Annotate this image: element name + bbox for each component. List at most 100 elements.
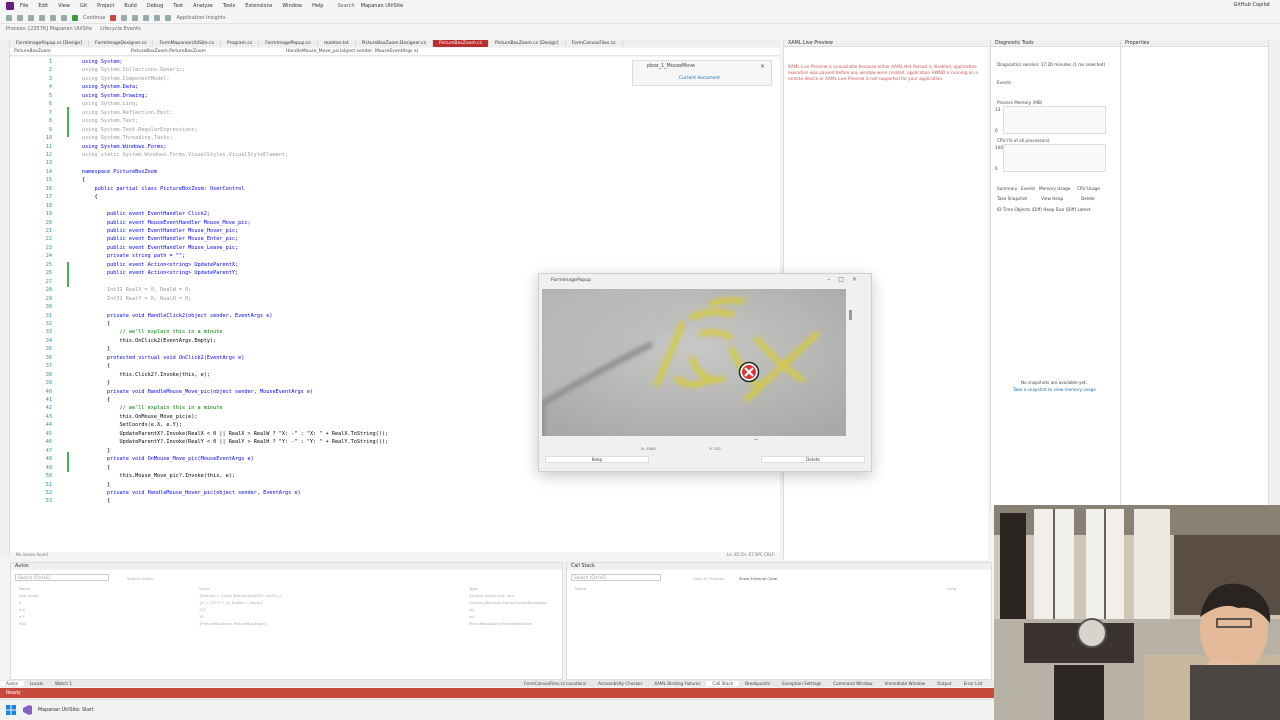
tab-locals[interactable]: Locals [24,681,49,686]
find-scope-link[interactable]: Current document [679,76,720,81]
take-snapshot-button[interactable]: Take Snapshot [997,196,1027,201]
tab-formimagedesigner[interactable]: FormImageDesigner.cs [89,40,154,47]
menu-project[interactable]: Project [97,3,114,9]
tab-formimagepopup[interactable]: FormImagePopup.cs [259,40,318,47]
tab-call-stack[interactable]: Call Stack [706,681,740,686]
step-over-icon[interactable] [143,14,150,21]
menu-analyze[interactable]: Analyze [193,3,213,9]
autos-search-input[interactable]: Search (Ctrl+E) [15,574,109,581]
code-line: public event EventHandler Click2; [82,211,211,218]
delete-button[interactable]: Delete [761,456,865,463]
diag-tab-cpu[interactable]: CPU Usage [1077,186,1100,191]
save-icon[interactable] [28,14,34,21]
take-snapshot-link[interactable]: Take a snapshot to view memory usage [1013,387,1096,392]
save-all-icon[interactable] [39,14,45,21]
continue-button[interactable]: Continue [83,15,105,21]
member-dropdown[interactable]: HandleMouse_Move_pic(object sender, Mous… [286,49,418,54]
step-into-icon[interactable] [154,14,161,21]
restart-icon[interactable] [132,14,139,21]
app-insights-button[interactable]: Application Insights [176,15,225,21]
issues-indicator[interactable]: No issues found [16,552,48,558]
diag-tab-summary[interactable]: Summary [997,186,1017,191]
project-dropdown[interactable]: PictureBoxZoom [14,49,51,54]
maximize-icon[interactable]: □ [838,276,852,283]
keep-button[interactable]: Keep [545,456,649,463]
menu-build[interactable]: Build [124,3,137,9]
tab-find-results[interactable]: FormCanvasFiles.cs Locations [518,681,592,686]
callstack-search-input[interactable]: Search (Ctrl+E) [571,574,661,581]
tab-pictureboxzoom[interactable]: PictureBoxZoom.cs [432,40,489,47]
tab-accessibility[interactable]: Accessibility Checker [592,681,648,686]
stop-icon[interactable] [110,14,117,21]
menu-test[interactable]: Test [173,3,183,9]
code-line: } [82,481,111,488]
menu-extensions[interactable]: Extensions [245,3,272,9]
visual-studio-taskbar-icon[interactable] [22,705,32,715]
search-box[interactable]: Search [337,3,354,9]
code-line: this.Click2?.Invoke(this, e); [82,371,211,378]
tab-program[interactable]: Program.cs [221,40,260,47]
taskbar-app-label[interactable]: Mapanan UtilSite: Start [38,708,94,713]
step-out-icon[interactable] [165,14,172,21]
line-number: 41 [45,397,52,403]
tab-autos[interactable]: Autos [0,681,24,686]
tab-watch1[interactable]: Watch 1 [49,681,78,686]
memory-graph[interactable] [1003,106,1106,134]
code-line: { [82,464,111,471]
lifecycle-events-button[interactable]: Lifecycle Events [100,26,140,32]
process-selector[interactable]: Process: [23576] Mapanan UtilSite [6,26,92,32]
autos-cell-value[interactable]: 11 [199,614,204,619]
copilot-button[interactable]: GitHub Copilot [1234,2,1270,8]
tab-output[interactable]: Output [931,681,958,686]
tab-command-window[interactable]: Command Window [827,681,878,686]
forward-icon[interactable] [17,14,23,21]
menu-debug[interactable]: Debug [147,3,163,9]
minimize-icon[interactable]: – [827,276,838,283]
tab-formimagepopup-design[interactable]: FormImagePopup.cs [Design] [10,40,90,47]
continue-icon[interactable] [72,14,78,21]
close-icon[interactable]: × [852,276,865,283]
line-number: 25 [45,261,52,268]
autos-cell-type: int [469,614,474,619]
view-heap-button[interactable]: View Heap [1041,196,1063,201]
tab-breakpoints[interactable]: Breakpoints [739,681,776,686]
menu-help[interactable]: Help [312,3,323,9]
cpu-graph[interactable] [1003,144,1106,172]
picture-box-zoom[interactable] [542,289,846,436]
tab-immediate[interactable]: Immediate Window [879,681,931,686]
autos-cell-value[interactable]: 137 [199,607,206,612]
autos-cell-type: int [469,607,474,612]
type-dropdown[interactable]: PictureBoxZoom.PictureBoxZoom [131,49,206,54]
undo-icon[interactable] [50,14,56,21]
back-icon[interactable] [6,14,12,21]
menu-file[interactable]: File [20,3,28,9]
tab-error-list[interactable]: Error List [958,681,989,686]
menu-edit[interactable]: Edit [38,3,48,9]
autos-cell-value[interactable]: {PictureBoxZoom.PictureBoxZoom} [199,621,267,626]
tab-readme[interactable]: readme.txt [318,40,356,47]
tab-exception-settings[interactable]: Exception Settings [776,681,827,686]
diag-tab-memory[interactable]: Memory Usage [1039,186,1070,191]
tab-formcanvasfiles[interactable]: FormCanvasFiles.cs [566,40,623,47]
redo-icon[interactable] [61,14,67,21]
dialog-scroll-handle[interactable] [849,310,852,320]
menu-view[interactable]: View [58,3,70,9]
windows-start-icon[interactable] [6,705,16,715]
menu-tools[interactable]: Tools [223,3,235,9]
code-line: { [82,177,86,184]
show-external-code-toggle[interactable]: Show External Code [739,576,777,581]
tab-formmapanan[interactable]: FormMapananUtilSite.cs [153,40,221,47]
delete-snapshot-button[interactable]: Delete [1081,196,1095,201]
tab-pictureboxzoom-designer[interactable]: PictureBoxZoom.Designer.cs [356,40,433,47]
tab-xaml-binding[interactable]: XAML Binding Failures [648,681,706,686]
pause-icon[interactable] [121,14,128,21]
close-icon[interactable]: × [760,63,765,70]
menu-git[interactable]: Git [80,3,87,9]
code-line: SetCoords(e.X, e.Y); [82,422,182,429]
autos-cell-value[interactable]: {X = 137 Y = 11 Button = None} [199,600,263,605]
menu-window[interactable]: Window [282,3,302,9]
view-all-threads-button[interactable]: View all Threads [693,576,724,581]
tab-pictureboxzoom-design[interactable]: PictureBoxZoom.cs [Design] [489,40,566,47]
autos-cell-value[interactable]: {Method = {Void SetCoords(Int32, Int32)}… [199,593,282,598]
diag-tab-events[interactable]: Events [1021,186,1035,191]
